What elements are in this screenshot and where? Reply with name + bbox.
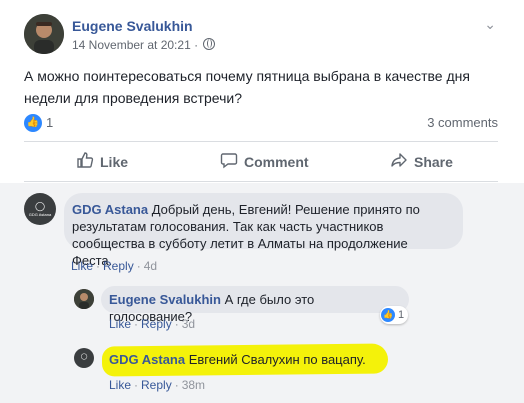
- avatar-photo: [24, 14, 64, 54]
- reply-like-link[interactable]: Like: [109, 378, 131, 392]
- post-author-name[interactable]: Eugene Svalukhin: [72, 18, 193, 34]
- speech-bubble-icon: [220, 151, 238, 174]
- reply-author-avatar[interactable]: [74, 289, 94, 309]
- post-header: Eugene Svalukhin 14 November at 20:21 · …: [24, 14, 504, 58]
- globe-icon: [203, 38, 216, 50]
- comment-reply-link[interactable]: Reply: [103, 259, 134, 273]
- reply-time[interactable]: 38m: [182, 378, 205, 392]
- comments-count[interactable]: 3 comments: [427, 115, 498, 130]
- thumbs-up-icon: [76, 151, 94, 174]
- reply-reply-link[interactable]: Reply: [141, 378, 172, 392]
- like-count[interactable]: 1: [46, 115, 53, 130]
- reply-bubble: Eugene Svalukhin А где было это голосова…: [101, 286, 409, 324]
- comment-label: Comment: [244, 154, 309, 170]
- reply-text: Евгений Свалухин по вацапу.: [188, 352, 366, 367]
- avatar-logo-text: GDG Astana: [28, 212, 52, 217]
- comment-button[interactable]: Comment: [220, 145, 309, 179]
- reply-actions: Like · Reply · 3d: [109, 317, 196, 331]
- reply-reply-link[interactable]: Reply: [141, 317, 172, 331]
- chevron-down-icon[interactable]: ⌄: [484, 16, 496, 33]
- reply-actions: Like · Reply · 38m: [109, 378, 206, 392]
- comment-author[interactable]: GDG Astana: [72, 202, 148, 217]
- thumbs-up-icon: 👍: [381, 308, 395, 322]
- thumbs-up-icon[interactable]: 👍: [24, 114, 42, 132]
- bulb-icon: ◯: [80, 354, 88, 360]
- share-arrow-icon: [390, 151, 408, 174]
- reply-author[interactable]: GDG Astana: [109, 352, 185, 367]
- reply-like-link[interactable]: Like: [109, 317, 131, 331]
- comment-bubble: GDG Astana Добрый день, Евгений! Решение…: [64, 193, 463, 268]
- reply-reaction-count[interactable]: 👍 1: [380, 306, 409, 324]
- reply-time[interactable]: 3d: [182, 317, 195, 331]
- bulb-icon: ◯: [34, 201, 46, 211]
- comment-actions: Like · Reply · 4d: [71, 259, 158, 273]
- avatar-photo: [74, 289, 94, 309]
- like-label: Like: [100, 154, 129, 170]
- comment-time[interactable]: 4d: [144, 259, 157, 273]
- gdg-avatar-small[interactable]: ◯: [74, 348, 94, 368]
- share-label: Share: [414, 154, 453, 170]
- post-actions: Like Comment Share: [24, 145, 498, 179]
- author-avatar[interactable]: [24, 14, 64, 54]
- post-meta: 14 November at 20:21 ·: [72, 38, 216, 52]
- like-button[interactable]: Like: [76, 145, 128, 179]
- reactions-summary: 👍 1 3 comments: [24, 112, 498, 132]
- reply-author[interactable]: Eugene Svalukhin: [109, 292, 221, 307]
- comment-like-link[interactable]: Like: [71, 259, 93, 273]
- divider: [24, 181, 498, 182]
- gdg-avatar[interactable]: ◯ GDG Astana: [24, 193, 56, 225]
- divider: [24, 141, 498, 142]
- post-timestamp[interactable]: 14 November at 20:21 ·: [72, 38, 198, 52]
- reply-bubble-highlighted: GDG Astana Евгений Свалухин по вацапу.: [101, 346, 381, 373]
- share-button[interactable]: Share: [390, 145, 453, 179]
- reaction-count-value: 1: [398, 309, 405, 321]
- post-text: А можно поинтересоваться почему пятница …: [24, 68, 470, 106]
